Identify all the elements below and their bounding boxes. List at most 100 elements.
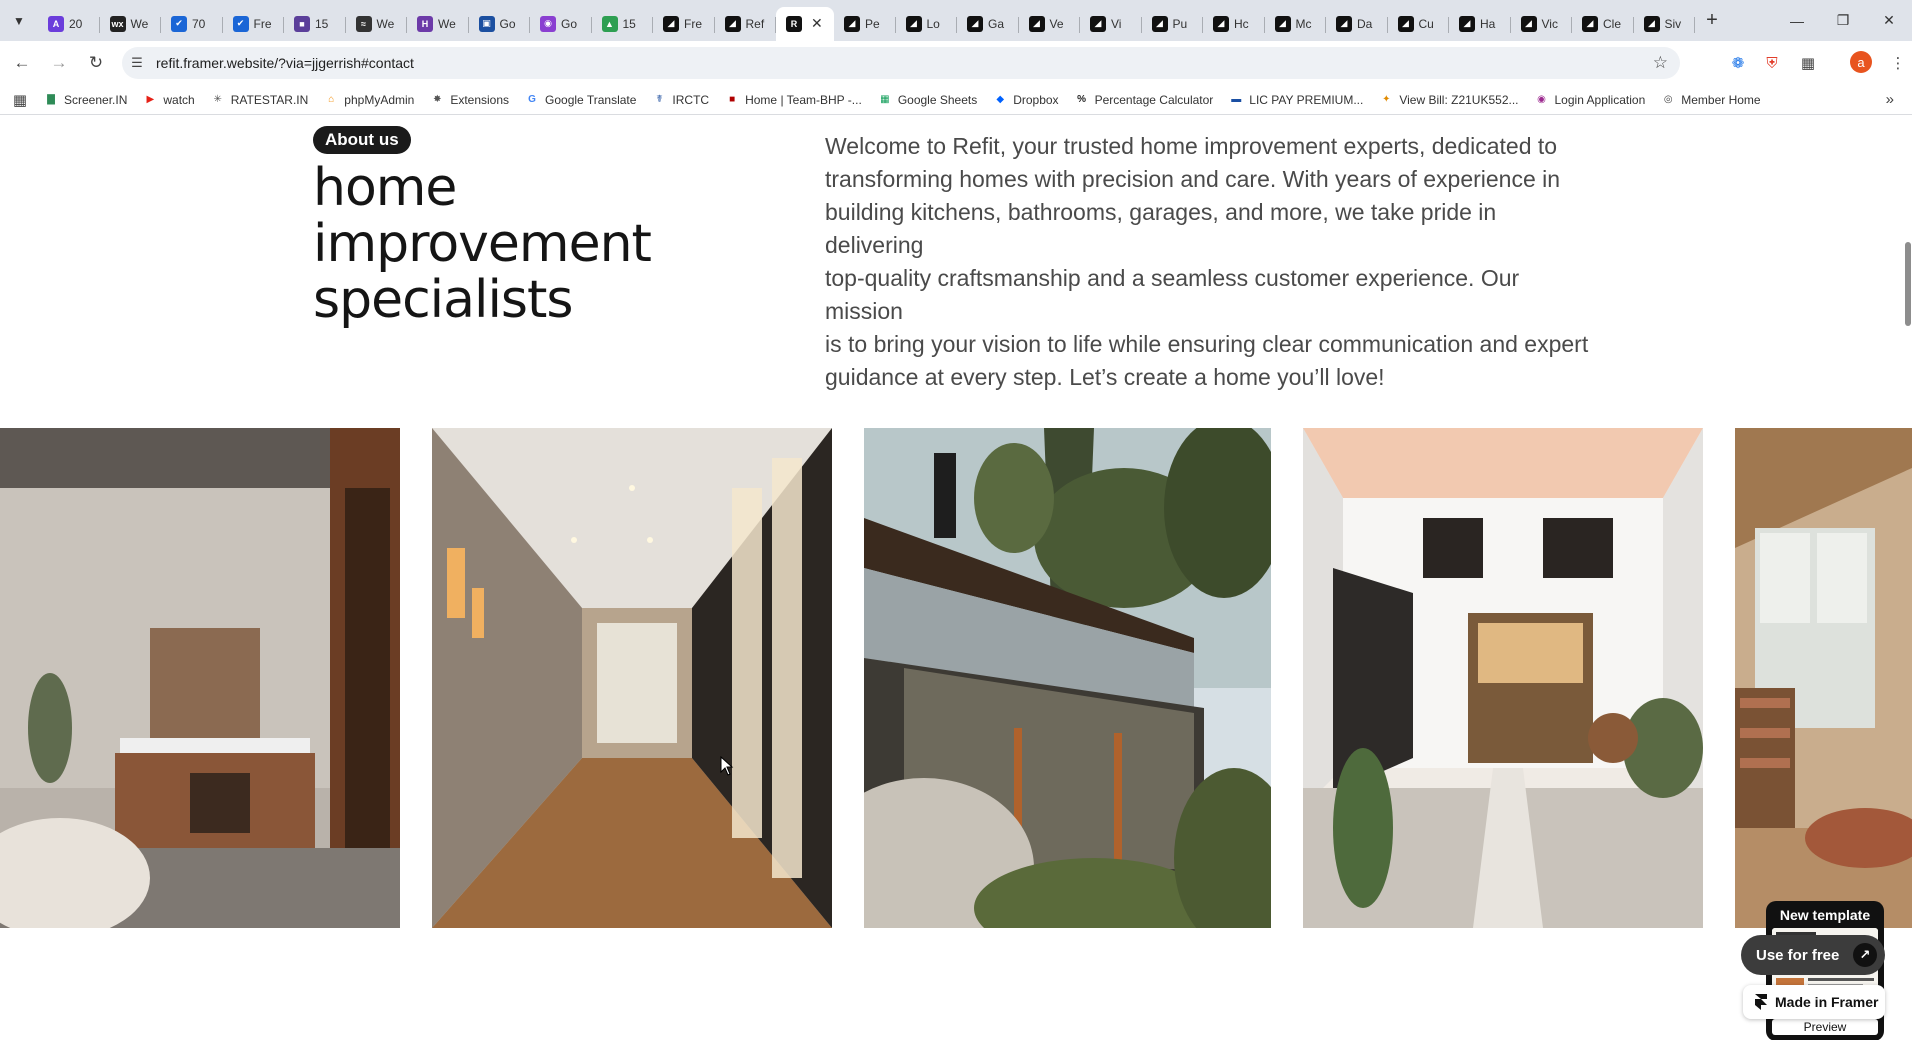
tab-label: Pu — [1172, 16, 1188, 31]
hallway-image — [432, 428, 832, 928]
bookmark-icon: ✸ — [433, 94, 442, 105]
bookmark-icon: ⌂ — [328, 94, 335, 105]
bookmark-item[interactable]: ✸ Extensions — [430, 93, 509, 107]
bookmark-item[interactable]: ■ Home | Team-BHP -... — [725, 93, 862, 107]
tab[interactable]: ◢ Vic — [1511, 7, 1573, 41]
menu-kebab-icon[interactable]: ⋮ — [1886, 51, 1910, 75]
forward-button[interactable]: → — [44, 48, 74, 78]
tab[interactable]: ◢ Cle — [1572, 7, 1634, 41]
bookmark-icon: ▶ — [146, 94, 155, 105]
address-bar[interactable]: ☰ refit.framer.website/?via=jjgerrish#co… — [122, 47, 1680, 79]
tab[interactable]: ◢ Hc — [1203, 7, 1265, 41]
tab-label: We — [438, 16, 456, 31]
tab[interactable]: ◢ Ref — [715, 7, 777, 41]
tab[interactable]: ◢ Da — [1326, 7, 1388, 41]
made-in-framer-badge[interactable]: Made in Framer — [1743, 985, 1885, 1019]
bookmark-item[interactable]: ▬ LIC PAY PREMIUM... — [1229, 93, 1363, 107]
tab[interactable]: ◉ Go — [530, 7, 592, 41]
new-tab-button[interactable]: + — [1695, 0, 1729, 41]
scrollbar-thumb[interactable] — [1905, 242, 1911, 326]
bookmark-label: LIC PAY PREMIUM... — [1249, 92, 1364, 107]
tab-label: Cu — [1418, 16, 1434, 31]
tab-label: Cle — [1603, 16, 1622, 31]
shield-extension-icon[interactable]: ⛨ — [1760, 51, 1784, 75]
modern-house-image — [864, 428, 1271, 928]
bookmark-item[interactable]: ⌂ phpMyAdmin — [324, 93, 414, 107]
bookmark-item[interactable]: ▦ Google Sheets — [878, 93, 977, 107]
bookmark-item[interactable]: ▇ Screener.IN — [44, 93, 127, 107]
bookmark-icon: G — [528, 94, 536, 105]
tab[interactable]: ▣ Go — [469, 7, 531, 41]
bookmark-item[interactable]: ✦ View Bill: Z21UK552... — [1379, 93, 1518, 107]
close-window-button[interactable]: ✕ — [1866, 0, 1912, 41]
tab[interactable]: ◢ Siv — [1634, 7, 1696, 41]
page-headline: home improvement specialists — [313, 160, 733, 328]
tab-label: Ga — [988, 16, 1005, 31]
tab[interactable]: ≈ We — [346, 7, 408, 41]
extension-icon[interactable]: ❁ — [1726, 51, 1750, 75]
bookmark-list: ▇ Screener.IN ▶ watch ✳ RATESTAR.IN ⌂ phpMyAdmi… — [44, 93, 1777, 107]
about-us-badge: About us — [313, 126, 411, 154]
page-scrollbar[interactable] — [1904, 116, 1912, 1040]
tab[interactable]: ◢ Pe — [834, 7, 896, 41]
tab-list: A 20 wx We ✔ 70 ✔ Fre ■ 15 ≈ We H We ▣ Go ◉ Go ▲ 15 ◢ Fre ◢ Ref… — [38, 0, 1695, 41]
tab[interactable]: ◢ Lo — [896, 7, 958, 41]
tab[interactable]: ■ 15 — [284, 7, 346, 41]
bookmark-label: Home | Team-BHP -... — [745, 92, 862, 107]
tab[interactable]: ◢ Ve — [1019, 7, 1081, 41]
profile-avatar[interactable]: a — [1850, 51, 1872, 73]
tab[interactable]: A 20 — [38, 7, 100, 41]
bookmark-star-icon[interactable]: ☆ — [1653, 53, 1668, 73]
reload-button[interactable]: ↻ — [81, 48, 111, 78]
tab[interactable]: ◢ Mc — [1265, 7, 1327, 41]
minimize-button[interactable]: — — [1774, 0, 1820, 41]
restore-button[interactable]: ❐ — [1820, 0, 1866, 41]
tab-favicon-icon: ◢ — [663, 15, 679, 32]
tab-label: Pe — [865, 16, 880, 31]
tab[interactable]: ✔ Fre — [223, 7, 285, 41]
tab-close-icon[interactable]: ✕ — [811, 15, 823, 32]
apps-grid-icon[interactable]: ▦ — [0, 91, 40, 109]
tab[interactable]: wx We — [100, 7, 162, 41]
preview-button[interactable]: Preview — [1772, 1019, 1878, 1035]
headline-line: home — [313, 158, 457, 218]
tab-label: Fre — [253, 16, 272, 31]
tab-label: Da — [1357, 16, 1373, 31]
extensions-puzzle-icon[interactable]: ▦ — [1796, 51, 1820, 75]
bookmark-item[interactable]: ◎ Member Home — [1661, 92, 1761, 107]
tab[interactable]: H We — [407, 7, 469, 41]
bookmark-icon: ◆ — [996, 94, 1005, 105]
bookmarks-more-icon[interactable]: » — [1886, 91, 1894, 108]
tab-favicon-icon: ◢ — [724, 15, 741, 32]
bookmark-item[interactable]: ✳ RATESTAR.IN — [211, 93, 309, 107]
tab[interactable]: ◢ Ha — [1449, 7, 1511, 41]
bookmark-label: Member Home — [1681, 92, 1761, 107]
tab-favicon-icon: ◢ — [1520, 15, 1537, 32]
tab-favicon-icon: ◢ — [1151, 15, 1168, 32]
tab[interactable]: ◢ Fre — [653, 7, 715, 41]
bookmark-item[interactable]: ☤ IRCTC — [652, 93, 709, 107]
tab[interactable]: ◢ Cu — [1388, 7, 1450, 41]
bookmark-item[interactable]: G Google Translate — [525, 93, 636, 107]
tab-label: 20 — [69, 16, 83, 31]
tab-favicon-icon: wx — [109, 15, 126, 32]
url-text[interactable]: refit.framer.website/?via=jjgerrish#cont… — [156, 55, 414, 71]
tab[interactable]: ✔ 70 — [161, 7, 223, 41]
bookmark-item[interactable]: % Percentage Calculator — [1075, 93, 1213, 107]
tab-label: Mc — [1295, 16, 1312, 31]
bookmark-item[interactable]: ◉ Login Application — [1535, 93, 1645, 107]
tab-label: 15 — [622, 16, 636, 31]
bookmark-label: phpMyAdmin — [344, 92, 415, 107]
bookmark-item[interactable]: ◆ Dropbox — [993, 93, 1058, 107]
tab-search-icon[interactable]: ▼ — [0, 0, 38, 41]
tab-active[interactable]: R ✕ — [776, 6, 834, 41]
tab[interactable]: ▲ 15 — [592, 7, 654, 41]
back-button[interactable]: ← — [7, 48, 37, 78]
tab[interactable]: ◢ Pu — [1142, 7, 1204, 41]
tab-favicon-icon: ◢ — [1213, 15, 1229, 32]
use-for-free-button[interactable]: Use for free ↗ — [1741, 935, 1885, 975]
tab[interactable]: ◢ Vi — [1080, 7, 1142, 41]
bookmark-item[interactable]: ▶ watch — [143, 93, 195, 107]
tab[interactable]: ◢ Ga — [957, 7, 1019, 41]
site-settings-icon[interactable]: ☰ — [122, 55, 152, 71]
